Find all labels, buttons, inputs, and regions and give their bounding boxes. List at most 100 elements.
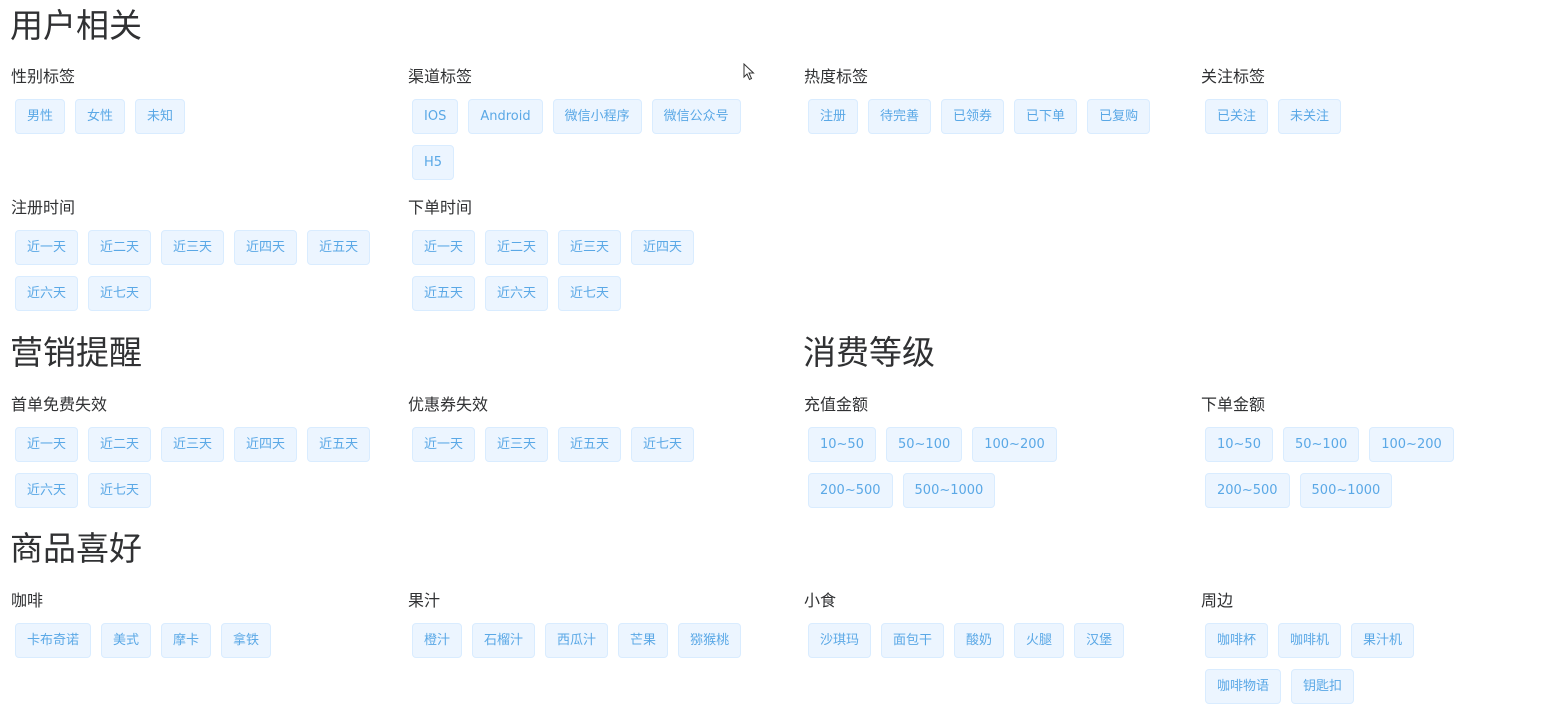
tag-chip[interactable]: 待完善 xyxy=(868,99,932,134)
tag-chip[interactable]: 500~1000 xyxy=(1299,473,1393,508)
tag-chip[interactable]: IOS xyxy=(412,99,459,134)
tag-chip[interactable]: 石榴汁 xyxy=(472,623,536,658)
tag-group-recharge-amount: 充值金额 10~50 50~100 100~200 200~500 500~1000 xyxy=(803,395,1133,508)
tag-chip[interactable]: 咖啡机 xyxy=(1278,623,1342,658)
tag-chip[interactable]: 微信小程序 xyxy=(552,99,642,134)
tag-chip[interactable]: 已复购 xyxy=(1087,99,1151,134)
tag-list: IOS Android 微信小程序 微信公众号 H5 xyxy=(407,99,767,180)
tag-chip[interactable]: 10~50 xyxy=(808,427,876,462)
group-title: 关注标签 xyxy=(1201,67,1266,86)
tag-chip[interactable]: 200~500 xyxy=(808,473,893,508)
tag-chip[interactable]: 近六天 xyxy=(15,473,79,508)
tag-chip[interactable]: 近三天 xyxy=(558,230,622,265)
tag-chip[interactable]: 已关注 xyxy=(1205,99,1269,134)
tag-chip[interactable]: 橙汁 xyxy=(412,623,463,658)
tag-list: 10~50 50~100 100~200 200~500 500~1000 xyxy=(803,427,1133,508)
tag-chip[interactable]: 近四天 xyxy=(234,427,298,462)
tag-chip[interactable]: Android xyxy=(468,99,543,134)
tag-chip[interactable]: 火腿 xyxy=(1014,623,1065,658)
tag-chip[interactable]: 近五天 xyxy=(307,230,371,265)
tag-chip[interactable]: 近一天 xyxy=(15,427,79,462)
tag-chip[interactable]: 美式 xyxy=(101,623,152,658)
tag-chip[interactable]: 200~500 xyxy=(1205,473,1290,508)
tag-chip[interactable]: 芒果 xyxy=(618,623,669,658)
tag-chip[interactable]: 猕猴桃 xyxy=(678,623,742,658)
tag-list: 咖啡杯 咖啡机 果汁机咖啡物语 钥匙扣 xyxy=(1200,623,1500,704)
tag-chip[interactable]: 男性 xyxy=(15,99,66,134)
tag-chip[interactable]: 卡布奇诺 xyxy=(15,623,92,658)
tag-group-coupon-expire: 优惠券失效 近一天 近三天 近五天 近七天 xyxy=(407,395,767,462)
group-title: 充值金额 xyxy=(804,395,869,414)
tag-chip[interactable]: 已下单 xyxy=(1014,99,1078,134)
group-title: 小食 xyxy=(804,591,837,610)
tag-chip[interactable]: H5 xyxy=(412,145,455,180)
tag-chip[interactable]: 拿铁 xyxy=(221,623,272,658)
tag-chip[interactable]: 摩卡 xyxy=(161,623,212,658)
tag-chip[interactable]: 西瓜汁 xyxy=(545,623,609,658)
tag-chip[interactable]: 近六天 xyxy=(15,276,79,311)
tag-chip[interactable]: 近七天 xyxy=(558,276,622,311)
section-title-preference: 商品喜好 xyxy=(10,529,142,568)
group-title: 咖啡 xyxy=(11,591,44,610)
tag-chip[interactable]: 近二天 xyxy=(88,230,152,265)
section-title-user: 用户相关 xyxy=(10,6,142,45)
tag-chip[interactable]: 近四天 xyxy=(234,230,298,265)
tag-chip[interactable]: 近一天 xyxy=(412,427,476,462)
group-title: 渠道标签 xyxy=(408,67,473,86)
section-title-consumption: 消费等级 xyxy=(803,333,935,372)
tag-chip[interactable]: 100~200 xyxy=(972,427,1057,462)
group-title: 下单金额 xyxy=(1201,395,1266,414)
tag-chip[interactable]: 近二天 xyxy=(88,427,152,462)
tag-chip[interactable]: 近五天 xyxy=(558,427,622,462)
tag-chip[interactable]: 酸奶 xyxy=(954,623,1005,658)
tag-list: 卡布奇诺 美式 摩卡 拿铁 xyxy=(10,623,380,658)
tag-chip[interactable]: 近六天 xyxy=(485,276,549,311)
tag-chip[interactable]: 未关注 xyxy=(1278,99,1342,134)
tag-group-coffee: 咖啡 卡布奇诺 美式 摩卡 拿铁 xyxy=(10,591,380,658)
tag-chip[interactable]: 100~200 xyxy=(1369,427,1454,462)
group-title: 首单免费失效 xyxy=(11,395,108,414)
tag-list: 近一天 近二天 近三天 近四天 近五天近六天 近七天 xyxy=(10,427,380,508)
group-title: 注册时间 xyxy=(11,198,76,217)
tag-list: 近一天 近三天 近五天 近七天 xyxy=(407,427,767,462)
tag-chip[interactable]: 汉堡 xyxy=(1074,623,1125,658)
tag-group-order-amount: 下单金额 10~50 50~100 100~200 200~500 500~1000 xyxy=(1200,395,1530,508)
tag-chip[interactable]: 咖啡物语 xyxy=(1205,669,1282,704)
group-title: 果汁 xyxy=(408,591,441,610)
tag-chip[interactable]: 近一天 xyxy=(15,230,79,265)
tag-chip[interactable]: 近二天 xyxy=(485,230,549,265)
tag-group-channel: 渠道标签 IOS Android 微信小程序 微信公众号 H5 xyxy=(407,67,767,180)
tag-chip[interactable]: 近七天 xyxy=(631,427,695,462)
group-title: 性别标签 xyxy=(11,67,76,86)
tag-chip[interactable]: 近五天 xyxy=(412,276,476,311)
tag-group-activity: 热度标签 注册 待完善 已领券 已下单 已复购 xyxy=(803,67,1173,134)
tag-chip[interactable]: 钥匙扣 xyxy=(1291,669,1355,704)
tag-chip[interactable]: 女性 xyxy=(75,99,126,134)
tag-chip[interactable]: 500~1000 xyxy=(902,473,996,508)
tag-list: 10~50 50~100 100~200 200~500 500~1000 xyxy=(1200,427,1530,508)
tag-group-register-time: 注册时间 近一天 近二天 近三天 近四天 近五天近六天 近七天 xyxy=(10,198,380,311)
tag-chip[interactable]: 注册 xyxy=(808,99,859,134)
tag-chip[interactable]: 已领券 xyxy=(941,99,1005,134)
tag-chip[interactable]: 近三天 xyxy=(485,427,549,462)
tag-chip[interactable]: 50~100 xyxy=(1282,427,1360,462)
tag-list: 注册 待完善 已领券 已下单 已复购 xyxy=(803,99,1173,134)
tag-chip[interactable]: 未知 xyxy=(135,99,186,134)
tag-list: 近一天 近二天 近三天 近四天近五天 近六天 近七天 xyxy=(407,230,767,311)
tag-chip[interactable]: 咖啡杯 xyxy=(1205,623,1269,658)
tag-chip[interactable]: 近五天 xyxy=(307,427,371,462)
tag-chip[interactable]: 沙琪玛 xyxy=(808,623,872,658)
group-title: 周边 xyxy=(1201,591,1234,610)
tag-chip[interactable]: 50~100 xyxy=(885,427,963,462)
tag-chip[interactable]: 近四天 xyxy=(631,230,695,265)
tag-chip[interactable]: 微信公众号 xyxy=(651,99,741,134)
tag-chip[interactable]: 面包干 xyxy=(881,623,945,658)
tag-chip[interactable]: 近七天 xyxy=(88,276,152,311)
tag-chip[interactable]: 近七天 xyxy=(88,473,152,508)
tag-chip[interactable]: 10~50 xyxy=(1205,427,1273,462)
tag-group-first-order-expire: 首单免费失效 近一天 近二天 近三天 近四天 近五天近六天 近七天 xyxy=(10,395,380,508)
tag-chip[interactable]: 近三天 xyxy=(161,230,225,265)
tag-chip[interactable]: 近三天 xyxy=(161,427,225,462)
tag-chip[interactable]: 果汁机 xyxy=(1351,623,1415,658)
tag-chip[interactable]: 近一天 xyxy=(412,230,476,265)
